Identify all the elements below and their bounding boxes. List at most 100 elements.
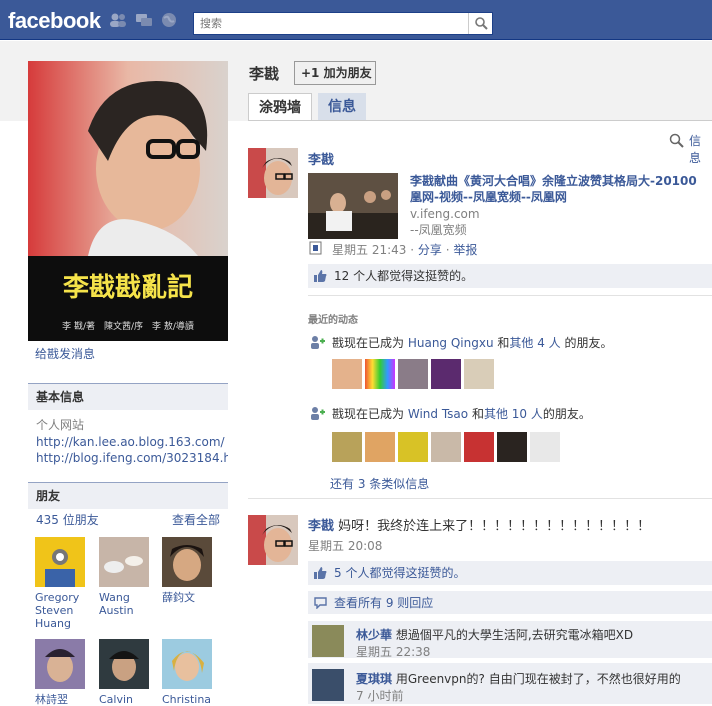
friend-thumbnail[interactable] [398,432,428,462]
link-title-line1[interactable]: 李戡献曲《黄河大合唱》余隆立波赞其格局大-20100 [410,173,712,189]
post-author-name[interactable]: 李戡 [308,149,334,168]
friend-thumbnail[interactable] [365,359,395,389]
website-link-1[interactable]: http://kan.lee.ao.blog.163.com/ [28,433,228,449]
friend-photo[interactable] [162,537,212,587]
friend-name[interactable]: Gregory Steven Huang [35,591,87,630]
post-author-avatar[interactable] [248,515,298,565]
more-stories-link[interactable]: 还有 3 条类似信息 [330,475,429,492]
link-title-line2[interactable]: 凰网-视频--凤凰宽频--凤凰网 [410,189,712,205]
friend-photo[interactable] [99,537,149,587]
post-time[interactable]: 星期五 20:08 [308,537,382,554]
friend-thumbnail[interactable] [365,432,395,462]
tab-wall[interactable]: 涂鸦墙 [248,93,312,121]
search-icon [475,17,488,30]
notifications-globe-icon[interactable] [160,12,178,28]
friends-icon [311,336,325,349]
facebook-logo[interactable]: facebook [8,8,101,34]
friend-card[interactable]: 薛鈞文 [162,537,214,604]
friend-thumbnail[interactable] [497,432,527,462]
friend-thumbnail[interactable] [464,432,494,462]
likes-bar: 12 个人都觉得这挺赞的。 [308,264,712,288]
view-comments-bar[interactable]: 查看所有 9 则回应 [308,590,712,614]
commenter-avatar[interactable] [312,669,344,701]
thumbs-up-icon [314,270,327,282]
story-friend-link[interactable]: Wind Tsao [408,407,468,421]
friend-requests-icon[interactable] [109,12,127,28]
top-bar: facebook [0,0,712,40]
story-text: 和 [471,407,484,421]
share-link[interactable]: 分享 [418,243,442,257]
friends-count[interactable]: 435 位朋友 [36,511,99,528]
friend-thumbnail[interactable] [431,359,461,389]
friends-count-row: 435 位朋友 查看全部 [28,509,228,528]
story-text: 戡现在已成为 [332,336,405,350]
comment-time[interactable]: 星期五 22:38 [356,643,430,660]
link-domain: v.ifeng.com [410,207,480,221]
friend-name[interactable]: Wang Austin [99,591,151,617]
friend-thumbnail[interactable] [431,432,461,462]
friend-name[interactable]: Christina [162,693,214,706]
story-2-text: 戡现在已成为 Wind Tsao 和其他 10 人的朋友。 [332,405,591,422]
story-others-link[interactable]: 其他 4 人 [509,336,560,350]
profile-picture[interactable]: 李戡戡亂記 李 戡/著 陳文茜/序 李 敖/導讀 [28,61,228,341]
post-author-name[interactable]: 李戡 [308,519,334,534]
send-message-link[interactable]: 给戡发消息 [35,345,95,362]
search-input[interactable] [194,13,464,34]
thumbs-up-icon [314,567,327,579]
friend-name[interactable]: 林詩翌 [35,693,87,706]
story-text: 的朋友。 [542,407,591,421]
report-link[interactable]: 举报 [453,243,477,257]
post-likes-text[interactable]: 5 个人都觉得这挺赞的。 [334,566,465,580]
story-others-link[interactable]: 其他 10 人 [484,407,543,421]
view-all-friends-link[interactable]: 查看全部 [172,511,220,528]
commenter-name[interactable]: 夏琪琪 [356,672,392,686]
link-title[interactable]: 李戡献曲《黄河大合唱》余隆立波赞其格局大-20100 凰网-视频--凤凰宽频--… [410,173,712,205]
add-friend-button[interactable]: +1 加为朋友 [294,61,376,85]
friend-name[interactable]: Calvin [99,693,151,706]
link-thumbnail[interactable] [308,173,398,239]
website-label: 个人网站 [36,418,85,432]
messages-icon[interactable] [135,12,153,28]
post-likes-text[interactable]: 12 个人都觉得这挺赞的。 [334,269,473,283]
friend-thumbnail[interactable] [530,432,560,462]
friend-photo[interactable] [35,537,85,587]
friend-thumbnail[interactable] [332,359,362,389]
story-text: 戡现在已成为 [332,407,405,421]
friend-name[interactable]: 薛鈞文 [162,591,214,604]
friend-photo[interactable] [162,639,212,689]
recent-activity-heading: 最近的动态 [308,315,358,326]
friend-card[interactable]: Gregory Steven Huang [35,537,87,630]
cover-title: 李戡戡亂記 [62,272,193,303]
friend-card[interactable]: Wang Austin [99,537,151,617]
website-link-2[interactable]: http://blog.ifeng.com/3023184.html [28,449,228,465]
comment-icon [314,597,327,609]
friend-thumbnail[interactable] [332,432,362,462]
divider [248,498,712,499]
story-text: 的朋友。 [564,336,613,350]
link-source: --凤凰宽频 [410,223,467,237]
cover-credits: 李 戡/著 陳文茜/序 李 敖/導讀 [62,320,194,332]
tab-info[interactable]: 信息 [318,93,366,121]
friend-card[interactable]: Calvin [99,639,151,706]
post-time[interactable]: 星期五 21:43 [332,243,406,257]
post-author-avatar[interactable] [248,148,298,198]
friend-thumbnail[interactable] [398,359,428,389]
view-all-comments-link[interactable]: 查看所有 9 则回应 [334,596,433,610]
comment-time[interactable]: 7 小时前 [356,687,403,704]
search-box[interactable] [193,12,493,35]
friend-card[interactable]: Christina [162,639,214,706]
story-friend-link[interactable]: Huang Qingxu [408,336,494,350]
commenter-avatar[interactable] [312,625,344,657]
friend-card[interactable]: 林詩翌 [35,639,87,706]
friend-thumbnail[interactable] [464,359,494,389]
basic-info-heading: 基本信息 [28,384,228,410]
friend-photo[interactable] [99,639,149,689]
info-filter-link[interactable]: 信息 [689,132,712,166]
likes-bar: 5 个人都觉得这挺赞的。 [308,561,712,585]
search-button[interactable] [468,13,492,34]
magnifier-icon[interactable] [669,133,685,149]
tab-divider [248,120,712,121]
friend-photo[interactable] [35,639,85,689]
commenter-name[interactable]: 林少華 [356,628,392,642]
basic-info-box: 基本信息 个人网站 http://kan.lee.ao.blog.163.com… [28,383,228,473]
